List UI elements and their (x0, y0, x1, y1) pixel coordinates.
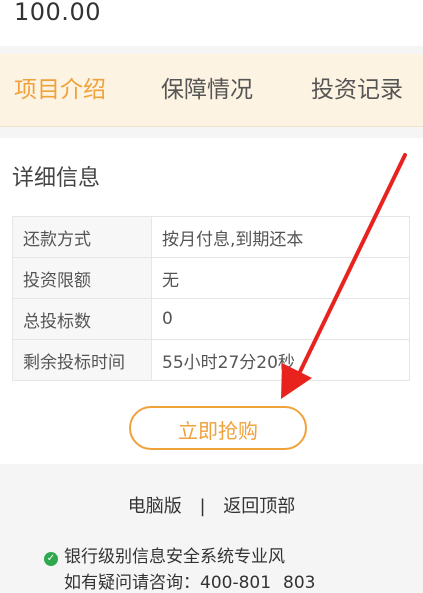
footer-links: 电脑版 | 返回顶部 (0, 492, 423, 518)
tab-guarantee[interactable]: 保障情况 (161, 54, 253, 126)
tab-bar: 项目介绍 保障情况 投资记录 (0, 54, 423, 127)
table-row: 总投标数 0 (12, 298, 410, 340)
security-text: 银行级别信息安全系统专业风 (64, 547, 285, 567)
section-title: 详细信息 (12, 166, 101, 191)
table-row: 剩余投标时间 55小时27分20秒 (12, 339, 410, 381)
row-value: 按月付息,到期还本 (151, 216, 410, 258)
tab-project-intro[interactable]: 项目介绍 (14, 54, 106, 126)
row-value: 55小时27分20秒 (151, 339, 410, 381)
amount-bar: 100.00 (0, 0, 423, 46)
amount-value: 100.00 (14, 0, 101, 26)
footer-separator: | (199, 496, 206, 517)
table-row: 还款方式 按月付息,到期还本 (12, 216, 410, 258)
table-row: 投资限额 无 (12, 257, 410, 299)
buy-now-button[interactable]: 立即抢购 (129, 406, 307, 450)
info-table: 还款方式 按月付息,到期还本 投资限额 无 总投标数 0 剩余投标时间 55小时… (12, 216, 410, 381)
row-label: 投资限额 (12, 257, 152, 299)
hotline-text: 如有疑问请咨询：400-801 (64, 573, 272, 593)
row-value: 0 (151, 298, 410, 340)
row-value: 无 (151, 257, 410, 299)
back-to-top-link[interactable]: 返回顶部 (223, 496, 295, 517)
desktop-version-link[interactable]: 电脑版 (128, 496, 182, 517)
hotline-tail: 803 (283, 573, 316, 593)
hotline-notice: 如有疑问请咨询：400-801 803 (64, 568, 315, 593)
footer: 电脑版 | 返回顶部 ✓ 银行级别信息安全系统专业风 如有疑问请咨询：400-80… (0, 470, 423, 593)
row-label: 总投标数 (12, 298, 152, 340)
row-label: 还款方式 (12, 216, 152, 258)
security-notice: ✓ 银行级别信息安全系统专业风 (44, 542, 285, 567)
tab-investment-records[interactable]: 投资记录 (311, 54, 403, 126)
shield-check-icon: ✓ (44, 552, 58, 566)
row-label: 剩余投标时间 (12, 339, 152, 381)
